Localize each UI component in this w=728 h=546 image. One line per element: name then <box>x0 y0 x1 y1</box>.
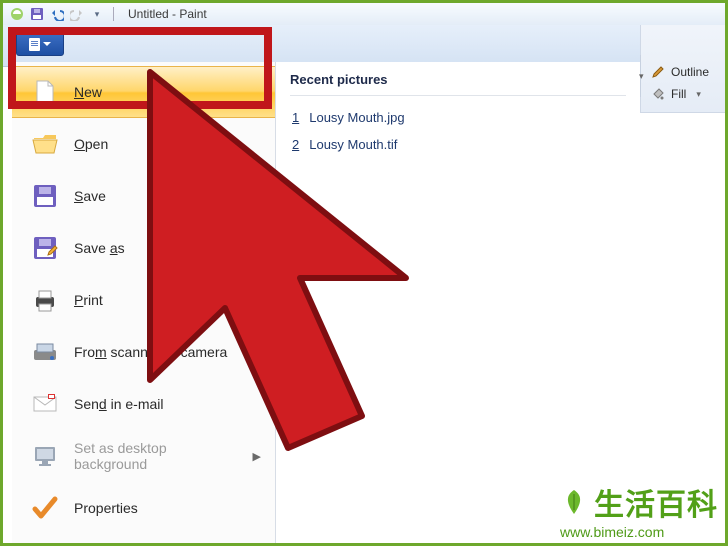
save-icon <box>30 181 60 211</box>
chevron-down-icon <box>43 42 51 46</box>
menu-item-label: New <box>74 84 102 100</box>
recent-picture-item[interactable]: 2 Lousy Mouth.tif <box>290 131 626 158</box>
scanner-icon <box>30 337 60 367</box>
menu-item-label: Open <box>74 136 108 152</box>
window-title: Untitled - Paint <box>128 7 207 21</box>
recent-item-number: 2 <box>292 137 299 152</box>
pencil-icon <box>651 65 665 79</box>
menu-item-label: Properties <box>74 500 138 516</box>
recent-pictures-header: Recent pictures <box>290 72 626 87</box>
menu-item-save-as[interactable]: Save as ▶ <box>12 222 275 274</box>
fill-dropdown[interactable]: Fill ▾ <box>645 87 721 101</box>
desktop-icon <box>30 441 60 471</box>
qat-redo-icon[interactable] <box>69 6 85 22</box>
split-handle[interactable]: ▾ <box>640 55 648 97</box>
fill-label: Fill <box>671 87 686 101</box>
separator <box>290 95 626 96</box>
qat-customize-caret-icon[interactable]: ▾ <box>89 6 105 22</box>
outline-dropdown[interactable]: Outline <box>645 65 721 79</box>
menu-item-print[interactable]: Print ▶ <box>12 274 275 326</box>
menu-item-new[interactable]: New <box>12 66 275 118</box>
menu-item-label: Save <box>74 188 106 204</box>
blank-page-icon <box>30 77 60 107</box>
menu-item-label: Set as desktop background <box>74 440 239 472</box>
title-separator <box>113 7 114 21</box>
menu-item-label: From scanner or camera <box>74 344 227 360</box>
check-icon <box>30 493 60 523</box>
ribbon-strip <box>3 25 725 67</box>
menu-item-set-as-desktop-background[interactable]: Set as desktop background ▶ <box>12 430 275 482</box>
menu-item-label: Print <box>74 292 103 308</box>
title-bar: ▾ Untitled - Paint <box>3 3 725 25</box>
watermark: 生活百科 www.bimeiz.com <box>560 480 718 540</box>
chevron-right-icon: ▶ <box>253 242 261 255</box>
menu-item-open[interactable]: Open <box>12 118 275 170</box>
chevron-right-icon: ▶ <box>253 450 261 463</box>
menu-item-from-scanner-or-camera[interactable]: From scanner or camera <box>12 326 275 378</box>
qat-undo-icon[interactable] <box>49 6 65 22</box>
menu-item-send-in-e-mail[interactable]: Send in e-mail <box>12 378 275 430</box>
outline-label: Outline <box>671 65 709 79</box>
file-menu-button[interactable] <box>16 32 64 56</box>
recent-pictures-panel: Recent pictures 1 Lousy Mouth.jpg 2 Lousy M… <box>276 62 640 543</box>
chevron-right-icon: ▶ <box>253 294 261 307</box>
ribbon-shapes-group-fragment: Outline Fill ▾ ▾ <box>640 25 725 113</box>
recent-item-filename: Lousy Mouth.jpg <box>309 110 404 125</box>
file-menu-doc-icon <box>29 38 40 51</box>
bucket-icon <box>651 87 665 101</box>
save-as-icon <box>30 233 60 263</box>
watermark-url: www.bimeiz.com <box>560 524 718 540</box>
folder-open-icon <box>30 129 60 159</box>
watermark-leaf-icon <box>560 488 588 516</box>
menu-item-properties[interactable]: Properties <box>12 482 275 534</box>
recent-item-filename: Lousy Mouth.tif <box>309 137 397 152</box>
file-menu-panel: New Open Save Save as ▶ Print ▶ From scanner or… <box>12 62 276 543</box>
watermark-text-zh: 生活百科 <box>594 480 718 524</box>
qat-save-icon[interactable] <box>29 6 45 22</box>
paint-app-icon <box>9 6 25 22</box>
mail-icon <box>30 389 60 419</box>
menu-item-save[interactable]: Save <box>12 170 275 222</box>
print-icon <box>30 285 60 315</box>
menu-item-label: Send in e-mail <box>74 396 164 412</box>
menu-item-label: Save as <box>74 240 125 256</box>
recent-picture-item[interactable]: 1 Lousy Mouth.jpg <box>290 104 626 131</box>
recent-item-number: 1 <box>292 110 299 125</box>
